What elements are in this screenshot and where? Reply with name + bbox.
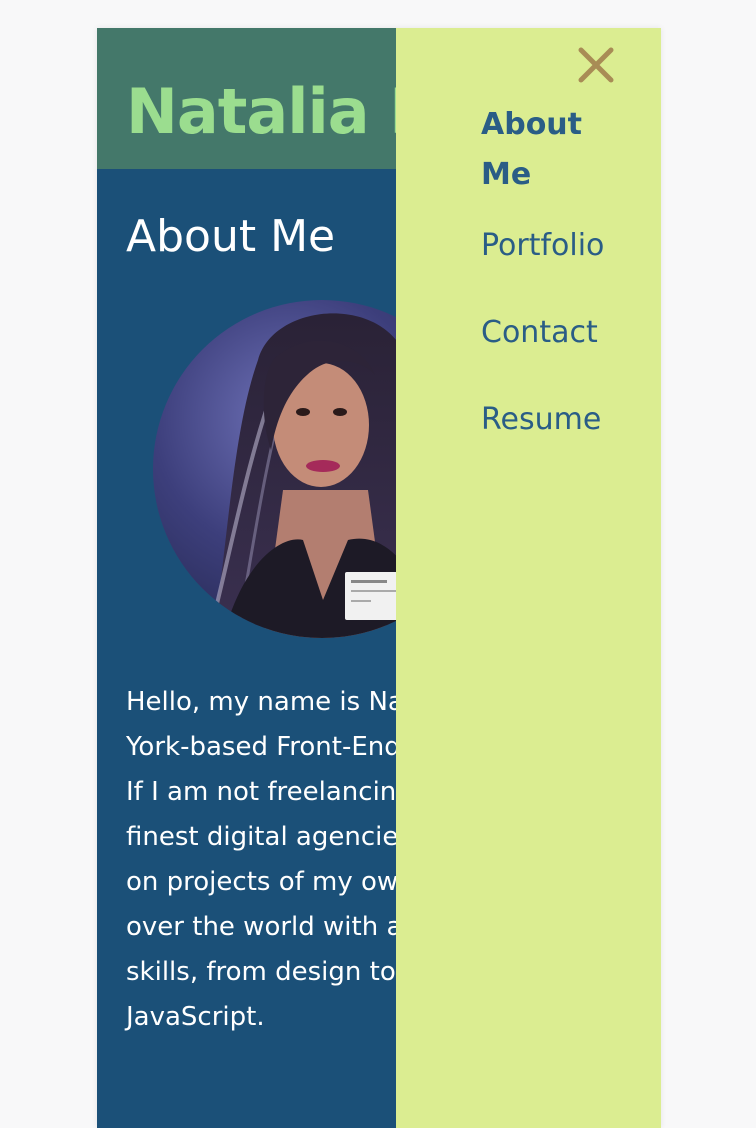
nav-item-portfolio: Portfolio xyxy=(481,226,641,266)
nav-link-about-me[interactable]: About Me xyxy=(481,100,611,200)
nav-link-contact[interactable]: Contact xyxy=(481,313,641,353)
nav-item-about: About Me xyxy=(481,100,641,200)
page-frame: Natalia Pelaez About Me Hello, my name i… xyxy=(97,28,661,1128)
nav-menu-panel: About Me Portfolio Contact Resume xyxy=(396,28,661,1128)
nav-link-resume[interactable]: Resume xyxy=(481,400,641,440)
nav-item-resume: Resume xyxy=(481,400,641,440)
close-icon xyxy=(578,47,614,83)
nav-item-contact: Contact xyxy=(481,313,641,353)
nav-link-portfolio[interactable]: Portfolio xyxy=(481,226,641,266)
section-heading: About Me xyxy=(126,211,336,262)
nav-list: About Me Portfolio Contact Resume xyxy=(481,100,641,487)
close-menu-button[interactable] xyxy=(577,46,615,84)
